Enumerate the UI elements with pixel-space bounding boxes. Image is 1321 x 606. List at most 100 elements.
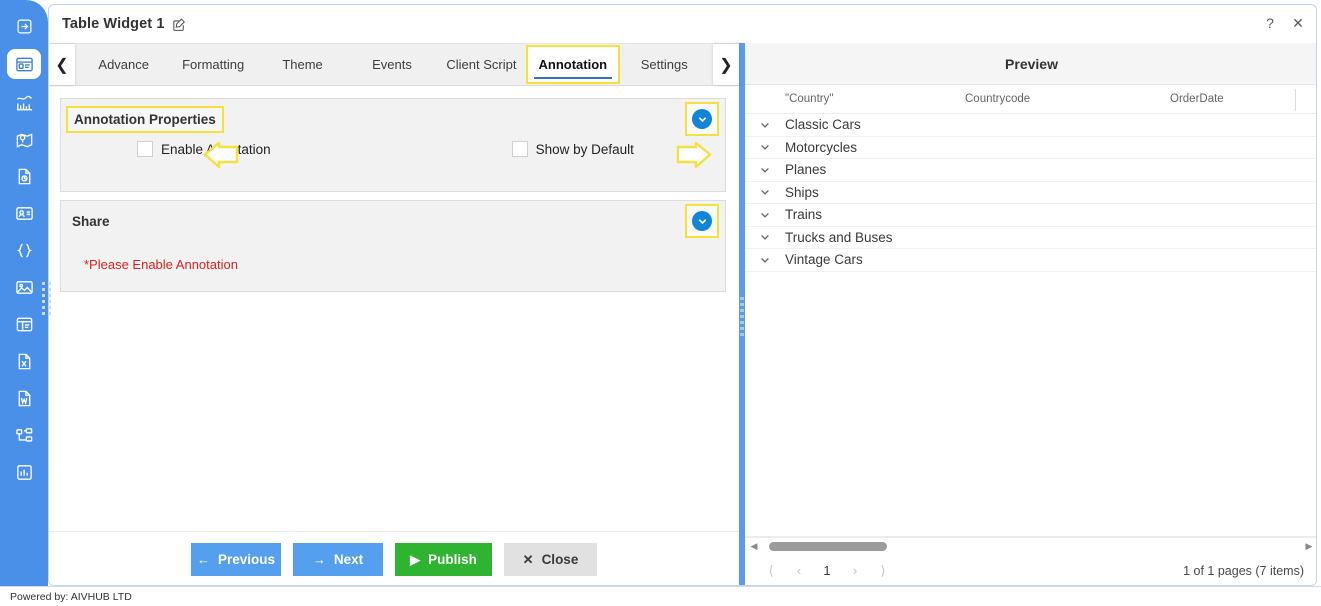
next-button[interactable]: → Next: [293, 543, 383, 576]
sidebar-item-document[interactable]: [9, 162, 39, 190]
grid-vertical-scrollbar[interactable]: [1308, 85, 1316, 536]
sidebar-item-analytics[interactable]: [9, 458, 39, 486]
annotation-section-body: Enable Annotation Show by Default: [61, 139, 725, 157]
column-header-country[interactable]: "Country": [785, 93, 965, 105]
publish-button-label: Publish: [428, 552, 477, 567]
enable-annotation-warning: *Please Enable Annotation: [84, 257, 238, 272]
next-button-label: Next: [333, 552, 364, 567]
widget-settings-dialog: Table Widget 1 ? ✕ ❮ Advance Formatting: [48, 4, 1317, 586]
dialog-action-bar: ← Previous → Next ▶ Publish ✕ Close: [49, 531, 739, 585]
tab-formatting[interactable]: Formatting: [168, 44, 257, 85]
settings-tabbar: ❮ Advance Formatting Theme Events Client…: [49, 44, 739, 86]
scroll-thumb[interactable]: [769, 541, 887, 551]
dialog-titlebar: Table Widget 1 ? ✕: [49, 5, 1316, 43]
enable-annotation-checkbox[interactable]: Enable Annotation: [137, 141, 271, 157]
chevron-down-icon[interactable]: [745, 141, 785, 153]
row-label: Vintage Cars: [785, 252, 863, 268]
row-label: Classic Cars: [785, 117, 861, 133]
share-section-header: Share: [61, 201, 725, 241]
application-window: Table Widget 1 ? ✕ ❮ Advance Formatting: [0, 0, 1321, 606]
tabs-scroll-right-button[interactable]: ❯: [713, 44, 739, 85]
share-section-body: *Please Enable Annotation: [61, 241, 725, 272]
checkbox-box[interactable]: [511, 141, 528, 157]
sidebar-item-export[interactable]: [9, 12, 39, 40]
sidebar-item-image[interactable]: [9, 273, 39, 301]
checkbox-box[interactable]: [137, 141, 153, 157]
play-icon: ▶: [410, 552, 421, 567]
left-icon-rail: [0, 0, 48, 586]
pager-last-button[interactable]: ⟩: [869, 563, 897, 579]
grid-header-row: "Country" Countrycode OrderDate: [745, 85, 1316, 114]
table-row[interactable]: Planes: [745, 159, 1316, 182]
row-label: Ships: [785, 184, 819, 200]
share-section: Share *Please Enable Annotation: [60, 200, 726, 292]
annotation-section-header: Annotation Properties: [61, 99, 725, 139]
tab-settings[interactable]: Settings: [620, 44, 709, 85]
annotation-section-title: Annotation Properties: [66, 105, 224, 133]
close-button[interactable]: ✕ Close: [504, 543, 597, 576]
show-by-default-checkbox[interactable]: Show by Default: [511, 141, 634, 157]
sidebar-item-word[interactable]: [9, 384, 39, 412]
chevron-down-icon[interactable]: [692, 109, 712, 129]
rail-drag-handle[interactable]: [42, 282, 52, 318]
sidebar-item-widget[interactable]: [7, 49, 41, 79]
tabs-list: Advance Formatting Theme Events Client S…: [75, 44, 713, 85]
column-header-countrycode[interactable]: Countrycode: [965, 93, 1170, 105]
column-separator: [1295, 89, 1296, 111]
publish-button[interactable]: ▶ Publish: [395, 543, 492, 576]
pager-first-button[interactable]: ⟨: [757, 563, 785, 579]
powered-by-label: Powered by: AIVHUB LTD: [10, 590, 132, 603]
tab-advance[interactable]: Advance: [79, 44, 168, 85]
scroll-right-icon[interactable]: ▶: [1300, 541, 1316, 552]
row-label: Planes: [785, 162, 827, 178]
chevron-down-icon[interactable]: [745, 164, 785, 176]
show-by-default-label: Show by Default: [535, 141, 634, 157]
share-collapse-wrapper[interactable]: [685, 204, 719, 238]
tab-events[interactable]: Events: [347, 44, 436, 85]
chevron-down-icon[interactable]: [692, 211, 712, 231]
chevron-down-icon[interactable]: [745, 119, 785, 131]
sidebar-item-contact[interactable]: [9, 199, 39, 227]
enable-annotation-label: Enable Annotation: [161, 141, 271, 157]
preview-pane: Preview "Country" Countrycode OrderDate …: [745, 43, 1316, 585]
sidebar-item-excel[interactable]: [9, 347, 39, 375]
tabs-scroll-left-button[interactable]: ❮: [49, 44, 75, 85]
table-row[interactable]: Vintage Cars: [745, 249, 1316, 272]
scroll-track[interactable]: [763, 541, 1300, 551]
close-button-label: Close: [541, 552, 579, 567]
tab-client-script[interactable]: Client Script: [437, 44, 526, 85]
annotation-collapse-wrapper[interactable]: [685, 102, 719, 136]
pencil-square-icon[interactable]: [172, 16, 188, 32]
annotation-checkbox-row: Enable Annotation Show by Default: [73, 139, 713, 157]
table-row[interactable]: Trucks and Buses: [745, 227, 1316, 249]
table-row[interactable]: Ships: [745, 182, 1316, 204]
pager-prev-button[interactable]: ‹: [785, 563, 813, 578]
scroll-left-icon[interactable]: ◀: [745, 541, 763, 552]
table-row[interactable]: Trains: [745, 204, 1316, 227]
sidebar-item-code[interactable]: [9, 236, 39, 264]
sidebar-item-map[interactable]: [9, 125, 39, 153]
row-label: Motorcycles: [785, 139, 858, 155]
row-label: Trains: [785, 207, 823, 223]
table-row[interactable]: Classic Cars: [745, 114, 1316, 137]
tab-annotation[interactable]: Annotation: [526, 45, 620, 84]
sidebar-item-chart[interactable]: [9, 88, 39, 116]
chevron-down-icon[interactable]: [745, 254, 785, 266]
row-label: Trucks and Buses: [785, 229, 893, 245]
chevron-down-icon[interactable]: [745, 186, 785, 198]
column-header-orderdate[interactable]: OrderDate: [1170, 93, 1290, 105]
table-row[interactable]: Motorcycles: [745, 137, 1316, 159]
help-button[interactable]: ?: [1262, 15, 1278, 31]
sidebar-item-hierarchy[interactable]: [9, 421, 39, 449]
chevron-down-icon[interactable]: [745, 209, 785, 221]
sidebar-item-layout[interactable]: [9, 310, 39, 338]
arrow-right-icon: →: [312, 552, 326, 567]
close-icon[interactable]: ✕: [1290, 15, 1306, 31]
tab-theme[interactable]: Theme: [258, 44, 347, 85]
previous-button[interactable]: ← Previous: [191, 543, 281, 576]
pager-next-button[interactable]: ›: [841, 563, 869, 578]
grid-horizontal-scrollbar[interactable]: ◀ ▶: [745, 537, 1316, 554]
pager-page-1[interactable]: 1: [813, 563, 841, 578]
splitter-grip[interactable]: [740, 297, 744, 339]
chevron-down-icon[interactable]: [745, 231, 785, 243]
